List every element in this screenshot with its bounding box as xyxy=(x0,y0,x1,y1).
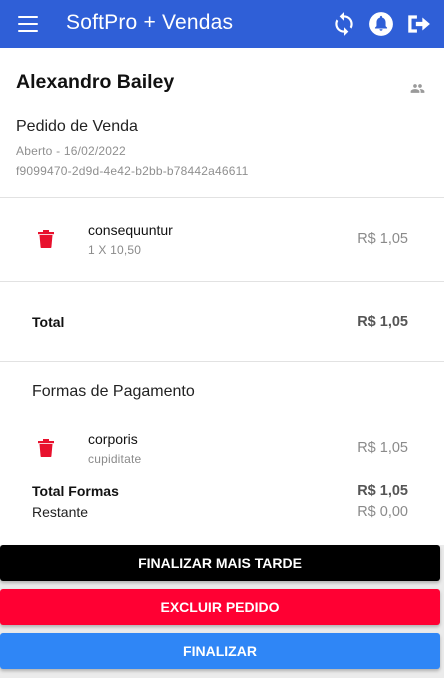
item-name: consequuntur xyxy=(88,222,173,238)
payment-name: corporis xyxy=(88,431,138,447)
payments-title: Formas de Pagamento xyxy=(32,383,195,400)
menu-icon[interactable] xyxy=(17,14,39,34)
trash-icon[interactable] xyxy=(38,230,54,248)
item-qty-price: 1 X 10,50 xyxy=(88,243,142,257)
order-status-date: Aberto - 16/02/2022 xyxy=(16,144,126,158)
order-card: Alexandro Bailey Pedido de Venda Aberto … xyxy=(0,48,444,545)
total-label: Total xyxy=(32,314,65,330)
delete-order-button[interactable]: EXCLUIR PEDIDO xyxy=(0,589,440,625)
notification-bell-icon[interactable] xyxy=(368,11,394,37)
order-id: f9099470-2d9d-4e42-b2bb-b78442a46611 xyxy=(16,164,249,178)
total-value: R$ 1,05 xyxy=(357,314,408,330)
app-title: SoftPro + Vendas xyxy=(66,11,234,34)
divider xyxy=(0,197,444,198)
payment-detail: cupiditate xyxy=(88,452,142,466)
payments-total-label: Total Formas xyxy=(32,483,119,499)
customer-name: Alexandro Bailey xyxy=(16,71,175,93)
remaining-label: Restante xyxy=(32,504,89,520)
order-type: Pedido de Venda xyxy=(16,118,138,135)
item-total: R$ 1,05 xyxy=(357,231,408,247)
trash-icon[interactable] xyxy=(38,439,54,457)
people-icon[interactable] xyxy=(410,81,425,96)
payment-value: R$ 1,05 xyxy=(357,440,408,456)
divider xyxy=(0,281,444,282)
sync-icon[interactable] xyxy=(331,11,357,37)
logout-icon[interactable] xyxy=(405,11,431,37)
remaining-value: R$ 0,00 xyxy=(357,504,408,520)
finish-button[interactable]: FINALIZAR xyxy=(0,633,440,669)
payments-total-value: R$ 1,05 xyxy=(357,483,408,499)
divider xyxy=(0,361,444,362)
finish-later-button[interactable]: FINALIZAR MAIS TARDE xyxy=(0,545,440,581)
app-bar: SoftPro + Vendas xyxy=(0,0,444,48)
